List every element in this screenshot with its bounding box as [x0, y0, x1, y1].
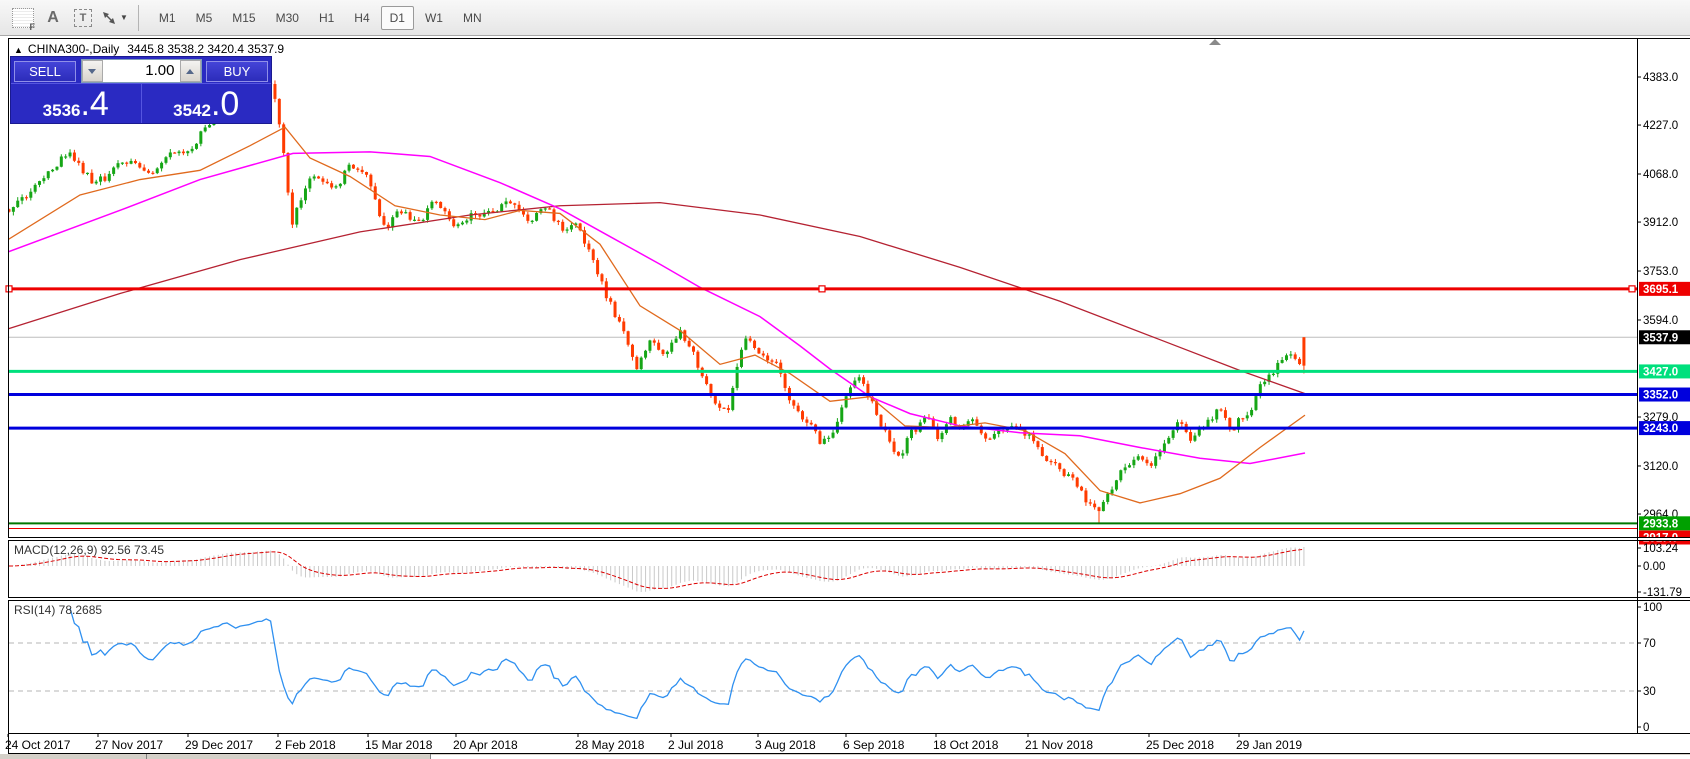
chevron-down-icon: ▼ [120, 13, 128, 22]
buy-price-display[interactable]: 3542.0 [142, 84, 272, 123]
timeframe-h4[interactable]: H4 [345, 6, 378, 30]
grid-f-icon: F [12, 8, 34, 28]
svg-text:28 May 2018: 28 May 2018 [575, 738, 645, 752]
svg-text:3 Aug 2018: 3 Aug 2018 [755, 738, 816, 752]
volume-increase-button[interactable] [180, 60, 201, 82]
timeframe-m1[interactable]: M1 [150, 6, 185, 30]
collapse-triangle-icon[interactable]: ▲ [14, 45, 23, 55]
letter-a-icon: A [47, 9, 59, 27]
svg-text:27 Nov 2017: 27 Nov 2017 [95, 738, 163, 752]
toolbar: F A T ▼ M1M5M15M30H1H4D1W1MN [0, 0, 1690, 36]
svg-text:18 Oct 2018: 18 Oct 2018 [933, 738, 999, 752]
svg-text:25 Dec 2018: 25 Dec 2018 [1146, 738, 1214, 752]
sell-price-display[interactable]: 3536.4 [11, 84, 142, 123]
symbol-period-label: CHINA300-,Daily [28, 42, 119, 56]
svg-text:15 Mar 2018: 15 Mar 2018 [365, 738, 433, 752]
bid-frac-digit: .4 [80, 87, 108, 121]
svg-text:0: 0 [1643, 722, 1649, 734]
svg-text:3537.9: 3537.9 [1643, 332, 1678, 344]
ohlc-values: 3445.8 3538.2 3420.4 3537.9 [127, 42, 284, 56]
svg-text:70: 70 [1643, 638, 1656, 650]
svg-text:0.00: 0.00 [1643, 561, 1665, 573]
buy-button[interactable]: BUY [206, 61, 268, 82]
timeframe-m30[interactable]: M30 [267, 6, 308, 30]
text-box-icon: T [74, 9, 92, 27]
svg-text:3352.0: 3352.0 [1643, 390, 1678, 402]
one-click-trading-panel: SELL 1.00 BUY 3536.4 3542.0 [10, 56, 272, 124]
svg-text:30: 30 [1643, 686, 1656, 698]
bid-main-digits: 3536 [43, 102, 81, 121]
svg-text:4383.0: 4383.0 [1643, 72, 1678, 84]
toolbar-separator [138, 5, 139, 31]
svg-text:20 Apr 2018: 20 Apr 2018 [453, 738, 518, 752]
timeframe-d1[interactable]: D1 [381, 6, 414, 30]
timeframe-h1[interactable]: H1 [310, 6, 343, 30]
svg-text:-131.79: -131.79 [1643, 587, 1682, 599]
svg-text:29 Jan 2019: 29 Jan 2019 [1236, 738, 1302, 752]
timeframe-m5[interactable]: M5 [187, 6, 222, 30]
svg-text:3427.0: 3427.0 [1643, 366, 1678, 378]
timeframe-w1[interactable]: W1 [416, 6, 452, 30]
text-box-tool[interactable]: T [70, 5, 96, 31]
volume-value[interactable]: 1.00 [103, 60, 180, 82]
svg-text:21 Nov 2018: 21 Nov 2018 [1025, 738, 1093, 752]
svg-text:103.24: 103.24 [1643, 543, 1679, 555]
svg-text:3594.0: 3594.0 [1643, 315, 1678, 327]
timeframe-m15[interactable]: M15 [223, 6, 264, 30]
timeframe-mn[interactable]: MN [454, 6, 491, 30]
volume-spinner: 1.00 [81, 59, 202, 83]
svg-text:3695.1: 3695.1 [1643, 284, 1679, 296]
ask-main-digits: 3542 [173, 102, 211, 121]
chart-title: ▲ CHINA300-,Daily 3445.8 3538.2 3420.4 353… [14, 42, 284, 56]
ask-frac-digit: .0 [211, 87, 239, 121]
svg-text:100: 100 [1643, 602, 1662, 614]
cursor-arrows-icon [100, 9, 118, 27]
svg-text:2 Jul 2018: 2 Jul 2018 [668, 738, 724, 752]
svg-text:3120.0: 3120.0 [1643, 461, 1678, 473]
svg-text:6 Sep 2018: 6 Sep 2018 [843, 738, 905, 752]
svg-text:24 Oct 2017: 24 Oct 2017 [5, 738, 71, 752]
svg-text:3912.0: 3912.0 [1643, 217, 1678, 229]
crosshair-grid-tool[interactable]: F [10, 5, 36, 31]
svg-text:2 Feb 2018: 2 Feb 2018 [275, 738, 336, 752]
timeframe-group: M1M5M15M30H1H4D1W1MN [149, 6, 492, 30]
macd-label: MACD(12,26,9) 92.56 73.45 [14, 543, 164, 557]
cursor-tool[interactable]: ▼ [100, 5, 128, 31]
svg-text:4068.0: 4068.0 [1643, 169, 1678, 181]
svg-text:2933.8: 2933.8 [1643, 518, 1679, 530]
svg-text:29 Dec 2017: 29 Dec 2017 [185, 738, 253, 752]
text-label-tool[interactable]: A [40, 5, 66, 31]
sell-button[interactable]: SELL [14, 61, 76, 82]
volume-decrease-button[interactable] [82, 60, 103, 82]
svg-text:3243.0: 3243.0 [1643, 423, 1678, 435]
svg-text:4227.0: 4227.0 [1643, 120, 1678, 132]
rsi-label: RSI(14) 78.2685 [14, 603, 102, 617]
svg-text:3753.0: 3753.0 [1643, 266, 1678, 278]
